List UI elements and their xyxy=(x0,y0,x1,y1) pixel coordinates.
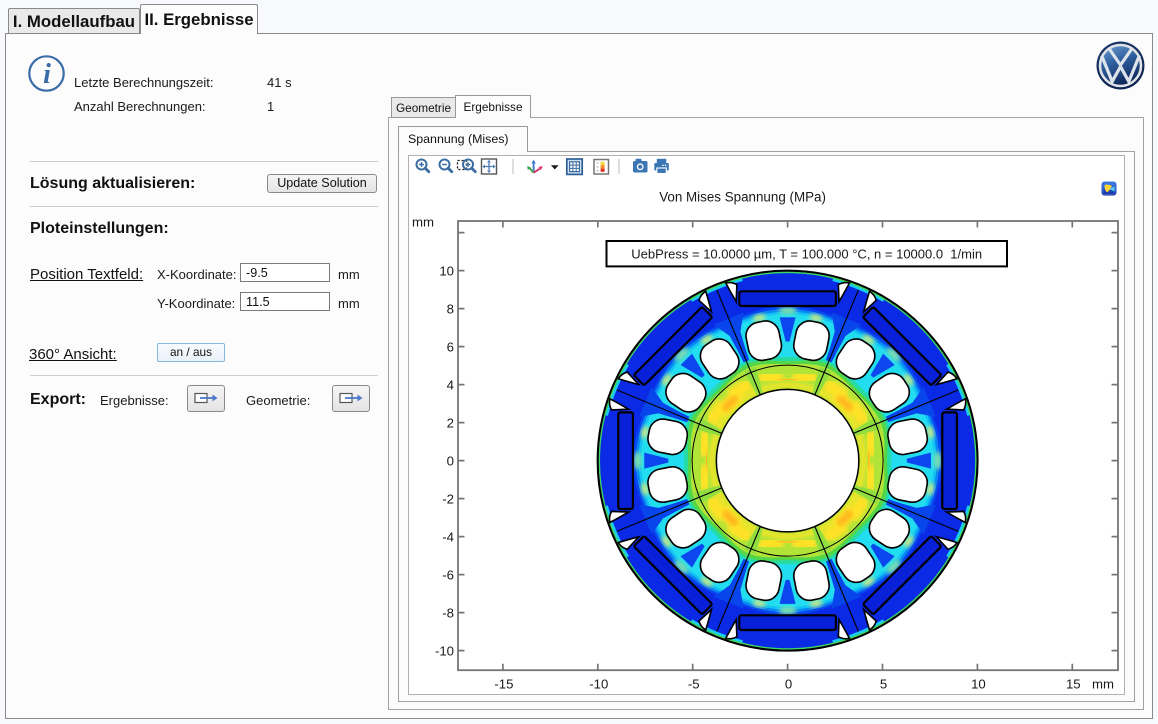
svg-text:mm: mm xyxy=(412,215,434,230)
svg-text:-5: -5 xyxy=(688,677,700,692)
svg-text:8: 8 xyxy=(447,301,454,316)
svg-text:i: i xyxy=(43,59,51,90)
svg-text:mm: mm xyxy=(1092,677,1114,692)
svg-text:-2: -2 xyxy=(442,491,454,506)
svg-text:6: 6 xyxy=(447,339,454,354)
svg-text:-10: -10 xyxy=(589,677,608,692)
svg-text:10: 10 xyxy=(439,263,454,278)
svg-text:15: 15 xyxy=(1066,677,1081,692)
svg-text:-6: -6 xyxy=(442,567,454,582)
svg-text:Von Mises Spannung (MPa): Von Mises Spannung (MPa) xyxy=(659,190,826,205)
svg-text:10: 10 xyxy=(971,677,986,692)
svg-text:0: 0 xyxy=(447,453,454,468)
svg-text:4: 4 xyxy=(447,377,454,392)
svg-text:5: 5 xyxy=(880,677,887,692)
svg-text:-15: -15 xyxy=(494,677,513,692)
svg-text:UebPress = 10.0000 µm, T = 100: UebPress = 10.0000 µm, T = 100.000 °C, n… xyxy=(631,246,982,261)
svg-text:-10: -10 xyxy=(435,643,454,658)
svg-text:-4: -4 xyxy=(442,529,454,544)
svg-text:0: 0 xyxy=(785,677,792,692)
svg-text:-8: -8 xyxy=(442,605,454,620)
svg-text:2: 2 xyxy=(447,415,454,430)
